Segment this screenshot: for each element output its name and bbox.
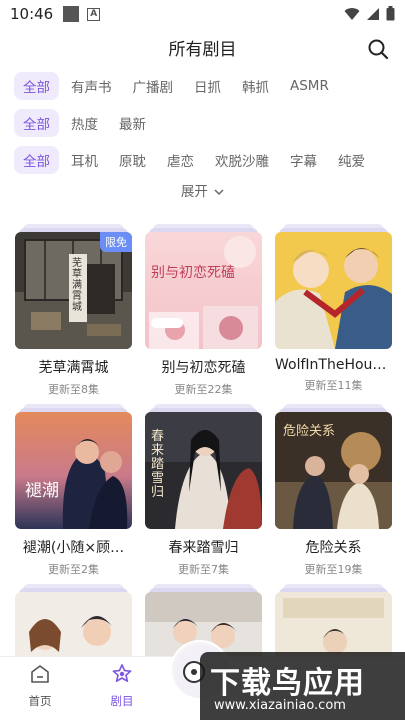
wifi-icon xyxy=(344,7,360,20)
filter-sort-latest[interactable]: 最新 xyxy=(110,109,155,137)
program-title: 危险关系 xyxy=(305,540,362,556)
tab-programs-label: 剧目 xyxy=(110,694,134,708)
free-badge: 限免 xyxy=(100,232,132,252)
filter-row-sort: 全部 热度 最新 xyxy=(14,109,158,137)
signal-icon xyxy=(367,7,379,20)
expand-filters-button[interactable]: 展开 xyxy=(0,180,405,200)
program-cover: 褪潮 xyxy=(15,412,132,529)
program-title: WolfInTheHous… xyxy=(275,357,392,373)
chevron-down-icon xyxy=(214,189,224,196)
program-episodes: 更新至2集 xyxy=(48,563,99,576)
cover-title: 褪潮 xyxy=(25,481,59,501)
filter-tag-headphones[interactable]: 耳机 xyxy=(62,146,107,174)
status-icons xyxy=(344,6,395,21)
filter-type-korean[interactable]: 韩抓 xyxy=(233,72,278,100)
program-cover: 别与初恋死磕 xyxy=(145,232,262,349)
program-cover: 芜草满霄城 限免 xyxy=(15,232,132,349)
status-bar: 10:46 A xyxy=(0,0,405,28)
tab-programs[interactable]: 剧目 xyxy=(97,663,147,709)
filter-type-radio-drama[interactable]: 广播剧 xyxy=(124,72,183,100)
page-title: 所有剧目 xyxy=(168,40,237,60)
filter-type-audiobook[interactable]: 有声书 xyxy=(62,72,121,100)
program-cover xyxy=(275,232,392,349)
program-card[interactable]: 芜草满霄城 限免 芜草满霄城 更新至8集 xyxy=(15,224,132,397)
search-icon[interactable] xyxy=(367,38,389,60)
filter-type-asmr[interactable]: ASMR xyxy=(281,74,338,98)
site-watermark: 下载鸟应用 www.xiazainiao.com xyxy=(200,652,405,720)
home-icon xyxy=(31,665,49,683)
program-episodes: 更新至22集 xyxy=(174,383,233,396)
cover-title: 危险关系 xyxy=(283,424,336,439)
filter-tag-subtitles[interactable]: 字幕 xyxy=(281,146,326,174)
filter-tag-comedy[interactable]: 欢脱沙雕 xyxy=(206,146,278,174)
program-card[interactable]: 危险关系 危险关系 更新至19集 xyxy=(275,404,392,577)
filter-tag-all[interactable]: 全部 xyxy=(14,146,59,174)
filter-type-all[interactable]: 全部 xyxy=(14,72,59,100)
filter-type-japanese[interactable]: 日抓 xyxy=(185,72,230,100)
program-card[interactable]: WolfInTheHous… 更新至11集 xyxy=(275,224,392,393)
battery-icon xyxy=(386,6,395,21)
program-episodes: 更新至8集 xyxy=(48,383,99,396)
program-cover: 危险关系 xyxy=(275,412,392,529)
filter-tag-original-bl[interactable]: 原耽 xyxy=(110,146,155,174)
program-title: 别与初恋死磕 xyxy=(161,360,246,376)
program-card[interactable]: 褪潮 褪潮(小随×顾… 更新至2集 xyxy=(15,404,132,577)
program-episodes: 更新至19集 xyxy=(304,563,363,576)
status-time: 10:46 xyxy=(10,5,54,23)
program-title: 春来踏雪归 xyxy=(168,540,239,556)
watermark-url: www.xiazainiao.com xyxy=(214,698,346,713)
notification-icon xyxy=(63,6,80,22)
watermark-text: 下载鸟应用 xyxy=(210,666,365,701)
program-card[interactable]: 春来踏雪归 春来踏雪归 更新至7集 xyxy=(145,404,262,577)
program-title: 褪潮(小随×顾… xyxy=(22,540,125,556)
filter-row-type: 全部 有声书 广播剧 日抓 韩抓 ASMR xyxy=(14,72,341,100)
filter-sort-popular[interactable]: 热度 xyxy=(62,109,107,137)
filter-tag-pure-love[interactable]: 纯爱 xyxy=(329,146,374,174)
program-title: 芜草满霄城 xyxy=(38,360,109,376)
expand-label: 展开 xyxy=(180,184,208,200)
app-notification-icon: A xyxy=(87,7,101,21)
program-episodes: 更新至7集 xyxy=(178,563,229,576)
programs-icon xyxy=(112,664,132,682)
page-header: 所有剧目 xyxy=(0,36,405,64)
program-episodes: 更新至11集 xyxy=(304,379,363,392)
cover-title: 芜草满霄城 xyxy=(72,258,82,313)
filter-row-tags: 全部 耳机 原耽 虐恋 欢脱沙雕 字幕 纯爱 xyxy=(14,146,377,174)
filter-tag-angst[interactable]: 虐恋 xyxy=(158,146,203,174)
program-cover: 春来踏雪归 xyxy=(145,412,262,529)
tab-home-label: 首页 xyxy=(28,694,52,708)
cover-title: 春来踏雪归 xyxy=(151,429,165,500)
filter-sort-all[interactable]: 全部 xyxy=(14,109,59,137)
cover-title: 别与初恋死磕 xyxy=(151,265,235,281)
program-card[interactable]: 别与初恋死磕 别与初恋死磕 更新至22集 xyxy=(145,224,262,397)
tab-home[interactable]: 首页 xyxy=(15,663,65,709)
